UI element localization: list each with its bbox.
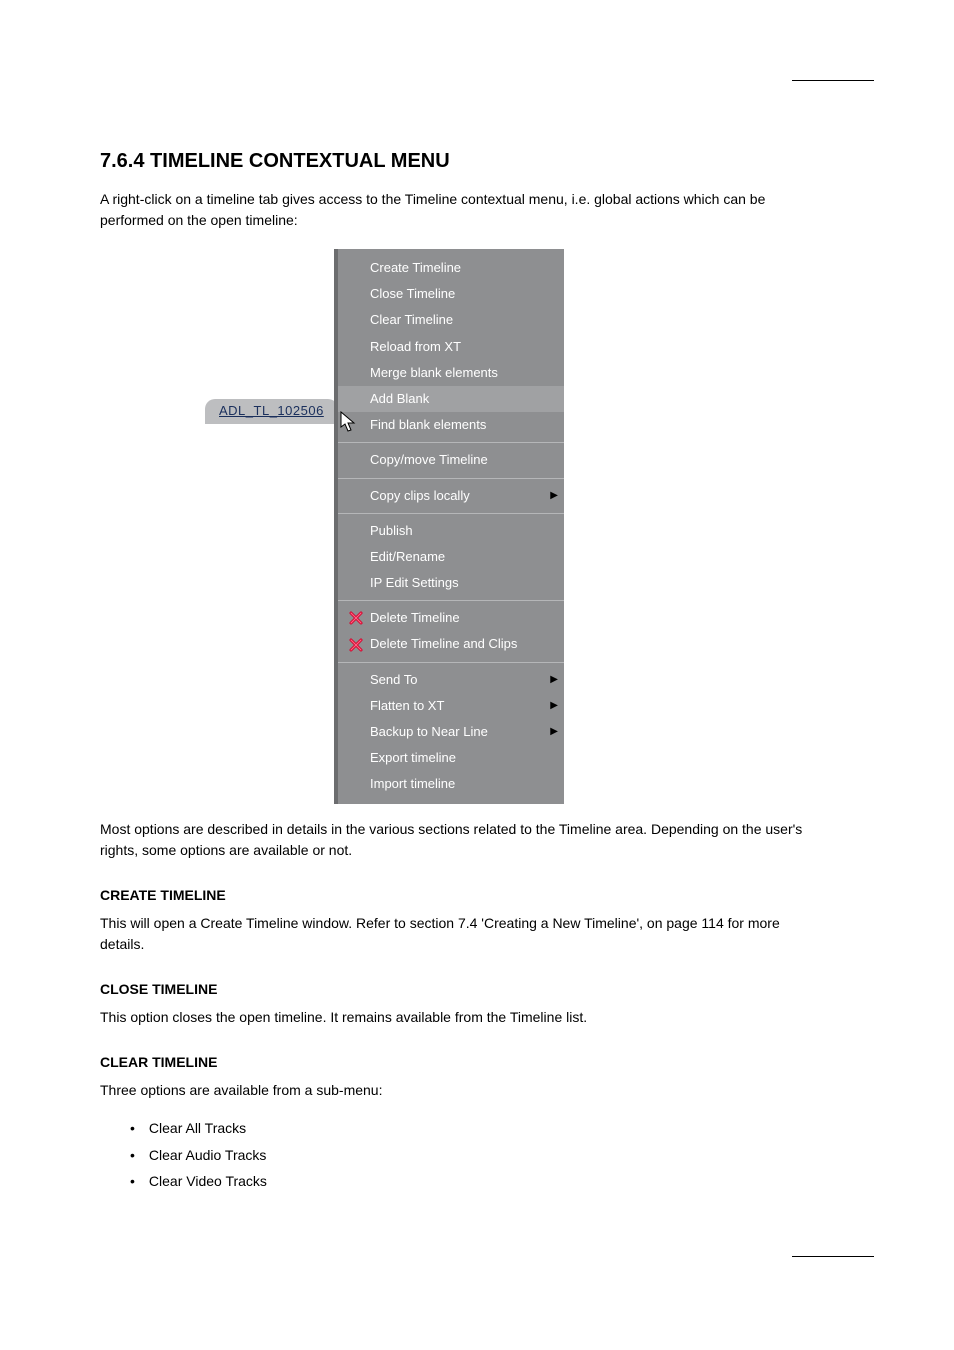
menu-item[interactable]: Copy/move Timeline	[338, 447, 564, 473]
delete-icon	[344, 610, 368, 626]
menu-item-label: Copy/move Timeline	[368, 451, 558, 469]
screenshot-figure: ADL_TL_102506 Create Timeline Close Timel…	[100, 249, 874, 789]
menu-item[interactable]: Send To▶	[338, 667, 564, 693]
menu-item-label: Backup to Near Line	[368, 723, 544, 741]
menu-item-label: Find blank elements	[368, 416, 558, 434]
menu-item[interactable]: Merge blank elements	[338, 360, 564, 386]
footer-rule	[792, 1256, 874, 1257]
menu-item[interactable]: Edit/Rename	[338, 544, 564, 570]
delete-icon	[344, 637, 368, 653]
menu-item-label: IP Edit Settings	[368, 574, 558, 592]
menu-item-label: Copy clips locally	[368, 487, 544, 505]
menu-item[interactable]: Add Blank	[338, 386, 564, 412]
menu-item[interactable]: Import timeline	[338, 771, 564, 797]
clear-timeline-heading: CLEAR TIMELINE	[100, 1054, 874, 1070]
menu-item[interactable]: Delete Timeline	[338, 605, 564, 631]
close-timeline-heading: CLOSE TIMELINE	[100, 981, 874, 997]
menu-item[interactable]: Backup to Near Line▶	[338, 719, 564, 745]
menu-item-label: Delete Timeline and Clips	[368, 635, 558, 653]
menu-item-label: Delete Timeline	[368, 609, 558, 627]
intro-paragraph: A right-click on a timeline tab gives ac…	[100, 189, 820, 231]
list-item: Clear Audio Tracks	[130, 1142, 874, 1169]
menu-item[interactable]: Close Timeline	[338, 281, 564, 307]
list-item: Clear All Tracks	[130, 1115, 874, 1142]
menu-item-label: Create Timeline	[368, 259, 558, 277]
menu-item[interactable]: Flatten to XT▶	[338, 693, 564, 719]
menu-item-label: Clear Timeline	[368, 311, 558, 329]
timeline-tab[interactable]: ADL_TL_102506	[205, 399, 338, 424]
menu-item[interactable]: Export timeline	[338, 745, 564, 771]
menu-item-label: Merge blank elements	[368, 364, 558, 382]
menu-item-label: Close Timeline	[368, 285, 558, 303]
header-rule	[792, 80, 874, 81]
clear-timeline-text: Three options are available from a sub-m…	[100, 1080, 820, 1101]
menu-item[interactable]: Create Timeline	[338, 255, 564, 281]
menu-item-label: Edit/Rename	[368, 548, 558, 566]
menu-item-label: Add Blank	[368, 390, 558, 408]
clear-timeline-bullets: Clear All TracksClear Audio TracksClear …	[130, 1115, 874, 1195]
menu-item[interactable]: Delete Timeline and Clips	[338, 631, 564, 657]
list-item: Clear Video Tracks	[130, 1168, 874, 1195]
menu-item[interactable]: IP Edit Settings	[338, 570, 564, 596]
close-timeline-text: This option closes the open timeline. It…	[100, 1007, 820, 1028]
chevron-right-icon: ▶	[544, 673, 558, 687]
menu-item-label: Reload from XT	[368, 338, 558, 356]
menu-item-label: Export timeline	[368, 749, 558, 767]
menu-item[interactable]: Reload from XT	[338, 334, 564, 360]
chevron-right-icon: ▶	[544, 725, 558, 739]
menu-item[interactable]: Publish	[338, 518, 564, 544]
menu-item[interactable]: Find blank elements	[338, 412, 564, 438]
menu-item-label: Send To	[368, 671, 544, 689]
menu-item-label: Flatten to XT	[368, 697, 544, 715]
section-heading: 7.6.4 TIMELINE CONTEXTUAL MENU	[100, 150, 874, 173]
menu-item[interactable]: Clear Timeline	[338, 307, 564, 333]
chevron-right-icon: ▶	[544, 489, 558, 503]
chevron-right-icon: ▶	[544, 699, 558, 713]
create-timeline-text: This will open a Create Timeline window.…	[100, 913, 820, 955]
menu-item-label: Publish	[368, 522, 558, 540]
menu-item[interactable]: Copy clips locally▶	[338, 483, 564, 509]
create-timeline-heading: CREATE TIMELINE	[100, 887, 874, 903]
post-menu-paragraph: Most options are described in details in…	[100, 819, 820, 861]
menu-item-label: Import timeline	[368, 775, 558, 793]
timeline-context-menu: Create Timeline Close Timeline Clear Timel…	[334, 249, 564, 804]
